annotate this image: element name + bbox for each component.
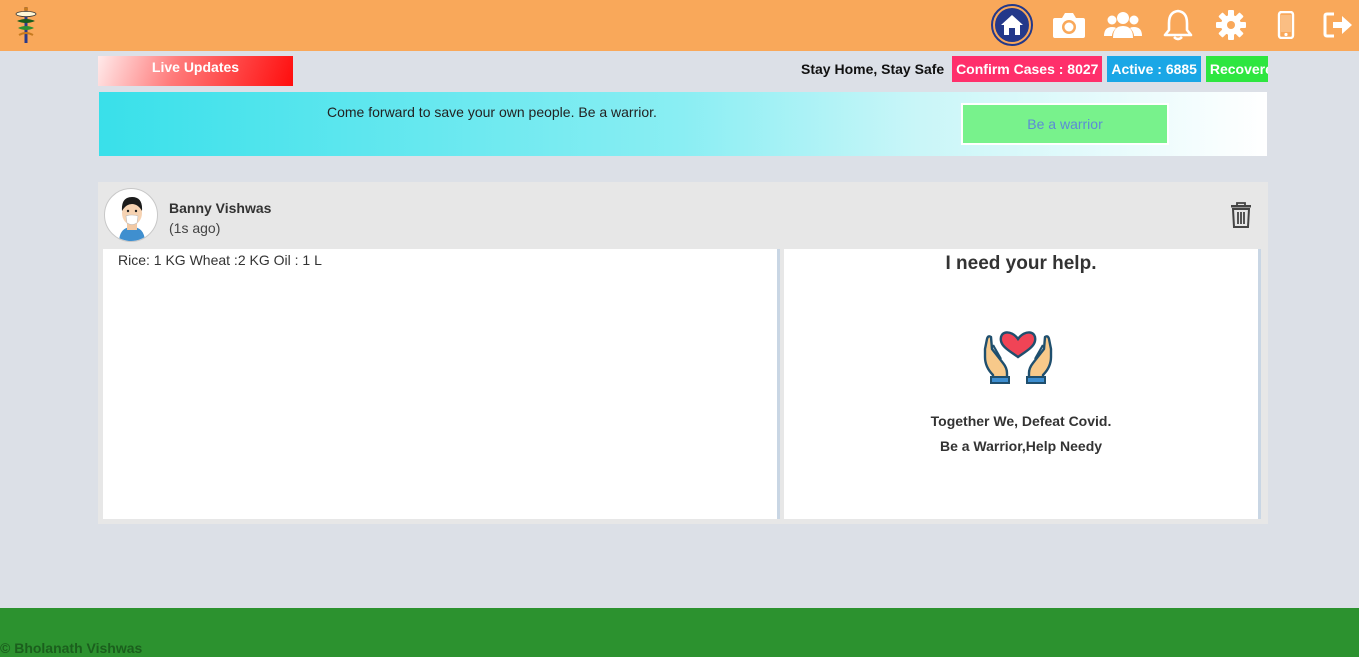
gear-icon [1216, 10, 1246, 40]
camera-icon [1053, 13, 1085, 38]
live-updates-label: Live Updates [98, 56, 293, 86]
logout-button[interactable] [1317, 4, 1359, 46]
caduceus-icon[interactable] [12, 5, 40, 45]
camera-button[interactable] [1048, 4, 1090, 46]
request-items: Rice: 1 KG Wheat :2 KG Oil : 1 L [118, 252, 322, 268]
stay-safe-text: Stay Home, Stay Safe [801, 61, 945, 77]
active-cases-badge: Active : 6885 [1107, 56, 1201, 82]
groups-button[interactable] [1102, 4, 1144, 46]
avatar[interactable] [104, 188, 158, 242]
help-request-card: Banny Vishwas (1s ago) Rice: 1 KG Wheat … [98, 182, 1268, 524]
users-icon [1104, 12, 1142, 38]
copyright-text: © Bholanath Vishwas [0, 640, 143, 656]
recovered-cases-badge: Recovered [1205, 56, 1268, 82]
mobile-button[interactable] [1265, 4, 1307, 46]
help-title: I need your help. [945, 253, 1097, 274]
trash-icon[interactable] [1230, 202, 1252, 228]
be-a-warrior-button[interactable]: Be a warrior [961, 103, 1169, 145]
heart-hands-icon [983, 331, 1053, 384]
user-avatar-icon [119, 197, 145, 241]
footer: © Bholanath Vishwas [0, 608, 1359, 657]
top-navbar [0, 0, 1359, 51]
mobile-icon [1277, 11, 1295, 39]
post-time: (1s ago) [169, 220, 221, 236]
user-name[interactable]: Banny Vishwas [169, 200, 271, 216]
warrior-banner: Come forward to save your own people. Be… [99, 92, 1267, 156]
confirm-cases-badge: Confirm Cases : 8027 [952, 56, 1103, 82]
request-items-panel: Rice: 1 KG Wheat :2 KG Oil : 1 L [103, 249, 780, 519]
home-button[interactable] [991, 4, 1033, 46]
news-ticker: Stay Home, Stay Safe Confirm Cases : 802… [801, 56, 1268, 82]
slogan-line-1: Together We, Defeat Covid. [930, 413, 1112, 429]
banner-text: Come forward to save your own people. Be… [327, 104, 657, 120]
settings-button[interactable] [1210, 4, 1252, 46]
bell-icon [1163, 9, 1193, 41]
logout-icon [1323, 12, 1352, 38]
home-icon [1001, 15, 1023, 35]
notifications-button[interactable] [1157, 4, 1199, 46]
help-panel: I need your help. Together We, Defeat Co… [784, 249, 1261, 519]
slogan-line-2: Be a Warrior,Help Needy [939, 438, 1103, 454]
